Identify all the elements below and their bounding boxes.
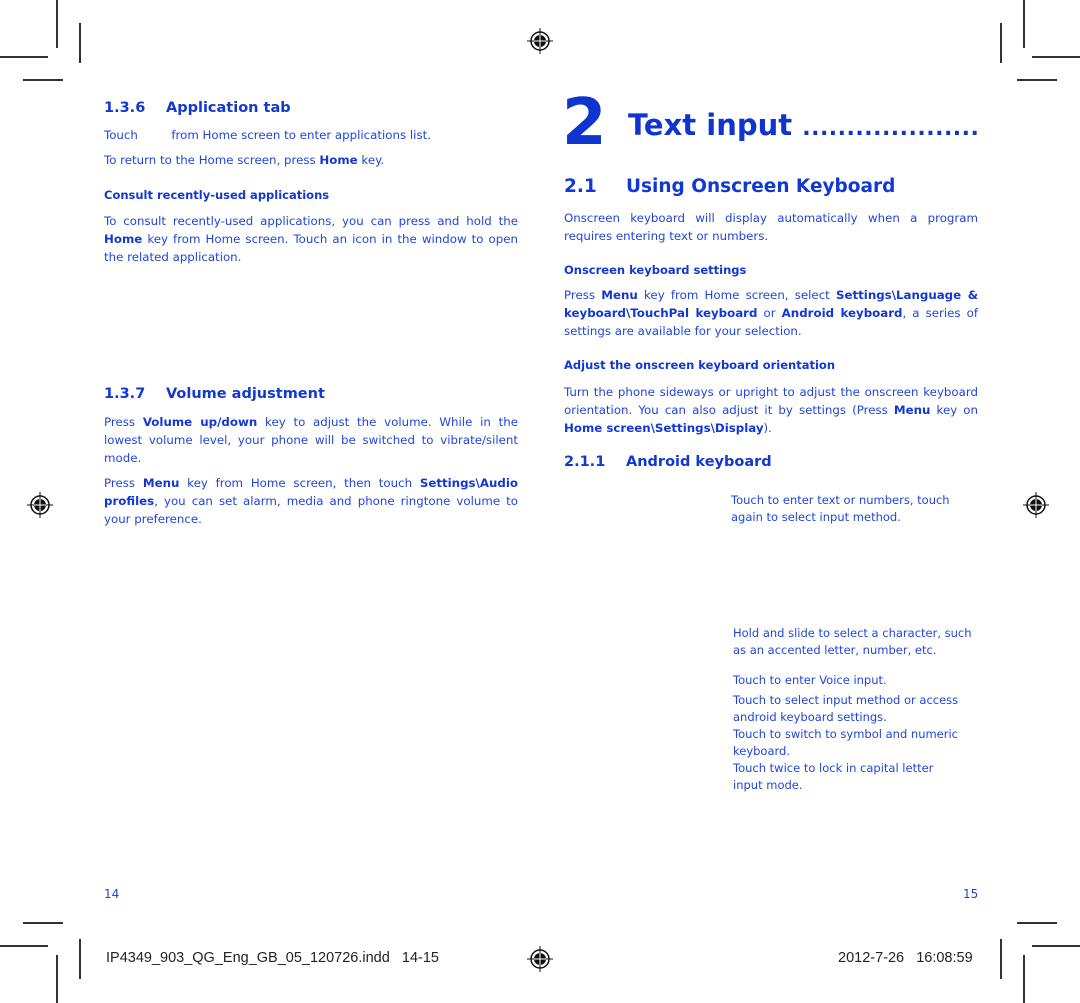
bold-text: Volume up/down bbox=[142, 415, 258, 429]
text: , you can set alarm, media and phone rin… bbox=[104, 494, 518, 526]
keyboard-callout: Hold and slide to select a character, su… bbox=[733, 626, 972, 657]
section-title: Volume adjustment bbox=[166, 386, 325, 402]
registration-mark-icon bbox=[527, 946, 553, 972]
crop-mark bbox=[23, 922, 63, 924]
touch-rest: from Home screen to enter applications l… bbox=[171, 128, 431, 142]
chapter-heading: 2 Text input .................... bbox=[562, 88, 982, 166]
page-number-right: 15 bbox=[963, 887, 979, 901]
bold-text: Android keyboard bbox=[781, 306, 903, 320]
crop-mark bbox=[1023, 0, 1025, 48]
paragraph: Touch from Home screen to enter applicat… bbox=[104, 126, 518, 144]
crop-mark bbox=[1032, 945, 1080, 947]
chapter-number: 2 bbox=[562, 86, 607, 160]
crop-mark bbox=[1017, 79, 1057, 81]
bold-text: Home screen\Settings\Display bbox=[564, 421, 764, 435]
crop-mark bbox=[79, 23, 81, 63]
section-heading: 2.1 Using Onscreen Keyboard bbox=[564, 176, 895, 197]
chapter-title-text: Text input bbox=[628, 108, 793, 142]
keyboard-callout: Touch to enter Voice input. bbox=[733, 673, 887, 687]
bold-text: Home bbox=[319, 153, 358, 167]
paragraph: Press Volume up/down key to adjust the v… bbox=[104, 413, 518, 467]
text: To consult recently-used applications, y… bbox=[104, 214, 518, 228]
crop-mark bbox=[23, 79, 63, 81]
page-number-left: 14 bbox=[104, 887, 120, 901]
section-title: Android keyboard bbox=[626, 454, 772, 470]
section-number: 1.3.7 bbox=[104, 386, 146, 402]
text: Press bbox=[104, 476, 143, 490]
crop-mark bbox=[1023, 955, 1025, 1003]
text: key from Home screen, then touch bbox=[179, 476, 420, 490]
crop-mark bbox=[1017, 922, 1057, 924]
subheading: Adjust the onscreen keyboard orientation bbox=[564, 358, 836, 372]
paragraph: To return to the Home screen, press Home… bbox=[104, 151, 518, 169]
text: key from Home screen. Touch an icon in t… bbox=[104, 232, 518, 264]
crop-mark bbox=[1032, 56, 1080, 58]
crop-mark bbox=[1000, 939, 1002, 979]
chapter-leader: .................... bbox=[802, 116, 980, 141]
text: To return to the Home screen, press bbox=[104, 153, 320, 167]
crop-mark bbox=[56, 0, 58, 48]
text: Press bbox=[104, 415, 143, 429]
subheading: Onscreen keyboard settings bbox=[564, 263, 747, 277]
bold-text: Home bbox=[104, 232, 143, 246]
section-heading: 1.3.6 Application tab bbox=[104, 100, 291, 116]
crop-mark bbox=[56, 955, 58, 1003]
subheading: Consult recently-used applications bbox=[104, 188, 330, 202]
paragraph: To consult recently-used applications, y… bbox=[104, 212, 518, 266]
crop-mark bbox=[1000, 23, 1002, 63]
paragraph: Turn the phone sideways or upright to ad… bbox=[564, 383, 978, 437]
section-title: Application tab bbox=[166, 100, 291, 116]
crop-mark bbox=[0, 56, 48, 58]
keyboard-callout: Touch to switch to symbol and numeric ke… bbox=[733, 727, 959, 758]
chapter-title: Text input .................... bbox=[628, 108, 979, 142]
text: key. bbox=[357, 153, 385, 167]
crop-mark bbox=[79, 939, 81, 979]
registration-mark-icon bbox=[527, 28, 553, 54]
slug-timestamp: 2012-7-26 16:08:59 bbox=[838, 950, 973, 966]
text: ). bbox=[763, 421, 772, 435]
bold-text: Menu bbox=[893, 403, 931, 417]
paragraph: Press Menu key from Home screen, then to… bbox=[104, 474, 518, 528]
text: key on bbox=[930, 403, 978, 417]
bold-text: Menu bbox=[601, 288, 638, 302]
bold-text: Menu bbox=[142, 476, 180, 490]
text: Press bbox=[564, 288, 602, 302]
registration-mark-icon bbox=[1023, 492, 1049, 518]
paragraph: Onscreen keyboard will display automatic… bbox=[564, 211, 978, 243]
slug-filename: IP4349_903_QG_Eng_GB_05_120726.indd 14-1… bbox=[106, 950, 439, 966]
paragraph: Press Menu key from Home screen, select … bbox=[564, 286, 978, 340]
registration-mark-icon bbox=[27, 492, 53, 518]
touch-word: Touch bbox=[104, 128, 138, 142]
section-number: 2.1 bbox=[564, 176, 597, 197]
text: or bbox=[757, 306, 782, 320]
section-heading: 1.3.7 Volume adjustment bbox=[104, 386, 325, 402]
section-number: 1.3.6 bbox=[104, 100, 146, 116]
keyboard-callout: Touch to select input method or access a… bbox=[733, 693, 959, 724]
text: key from Home screen, select bbox=[637, 288, 837, 302]
keyboard-callout: Touch twice to lock in capital letter in… bbox=[733, 761, 934, 792]
section-heading: 2.1.1 Android keyboard bbox=[564, 454, 772, 470]
keyboard-callout: Touch to enter text or numbers, touch ag… bbox=[731, 493, 950, 524]
crop-mark bbox=[0, 945, 48, 947]
section-title: Using Onscreen Keyboard bbox=[626, 176, 896, 197]
section-number: 2.1.1 bbox=[564, 454, 606, 470]
